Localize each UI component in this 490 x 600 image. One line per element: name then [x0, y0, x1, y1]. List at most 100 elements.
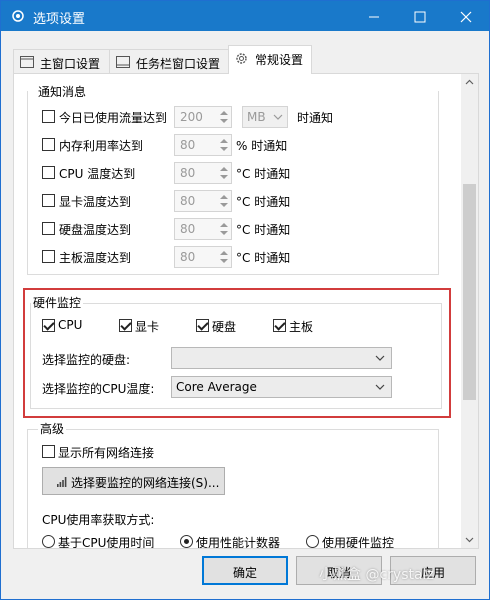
spin-buttons[interactable]: [217, 191, 231, 211]
gpu-temp-threshold-spinbox[interactable]: 80: [174, 190, 232, 212]
vertical-scrollbar[interactable]: [461, 74, 478, 548]
board-monitor-label: 主板: [289, 320, 314, 334]
cpu-time-radio-label: 基于CPU使用时间: [58, 536, 155, 549]
spin-down-icon[interactable]: [220, 147, 228, 151]
cpu-temp-select[interactable]: Core Average: [171, 376, 392, 398]
traffic-notify-suffix: 时通知: [297, 111, 334, 125]
spin-up-icon[interactable]: [220, 251, 228, 255]
notify-group-title: 通知消息: [36, 83, 89, 100]
tab-general[interactable]: 常规设置: [228, 45, 312, 74]
options-dialog: 选项设置 主窗口设置 任务栏窗口设置 常规设置 通知消息 今日已使用流量达到 2…: [0, 0, 490, 600]
cpu-temp-select-value: Core Average: [176, 380, 257, 394]
traffic-unit-select[interactable]: MB: [242, 106, 288, 128]
spin-down-icon[interactable]: [220, 175, 228, 179]
perf-counter-radio-label: 使用性能计数器: [196, 536, 281, 549]
cpu-temp-select-label: 选择监控的CPU温度:: [42, 382, 155, 396]
spin-value: 80: [180, 166, 196, 180]
watermark: 小黑盒 @crystalz: [319, 567, 434, 583]
tab-main-window[interactable]: 主窗口设置: [13, 49, 110, 73]
spin-buttons[interactable]: [217, 163, 231, 183]
scrollbar-thumb[interactable]: [463, 184, 476, 400]
hardware-monitor-radio[interactable]: [306, 535, 319, 548]
general-settings-panel: 通知消息 今日已使用流量达到 200 MB 时通知 内存利用率达到 80 % 时…: [13, 73, 479, 549]
gpu-monitor-label: 显卡: [135, 320, 160, 334]
chevron-down-icon: [273, 114, 283, 120]
disk-select[interactable]: [171, 347, 392, 369]
unit-value: MB: [247, 110, 266, 124]
spin-down-icon[interactable]: [220, 231, 228, 235]
cpu-temp-notify-checkbox[interactable]: [42, 166, 55, 179]
gpu-temp-notify-label: 显卡温度达到: [59, 195, 132, 209]
board-temp-notify-checkbox[interactable]: [42, 250, 55, 263]
maximize-button[interactable]: [397, 1, 443, 31]
disk-temp-notify-label: 硬盘温度达到: [59, 223, 132, 237]
traffic-notify-checkbox[interactable]: [42, 110, 55, 123]
spin-up-icon[interactable]: [220, 111, 228, 115]
disk-temp-threshold-spinbox[interactable]: 80: [174, 218, 232, 240]
select-connections-button[interactable]: 选择要监控的网络连接(S)...: [42, 467, 225, 495]
memory-threshold-spinbox[interactable]: 80: [174, 134, 232, 156]
spin-value: 80: [180, 250, 196, 264]
hardware-group-title: 硬件监控: [31, 294, 84, 311]
spin-buttons[interactable]: [217, 219, 231, 239]
spin-buttons[interactable]: [217, 247, 231, 267]
gpu-temp-notify-suffix: °C 时通知: [236, 195, 291, 209]
disk-monitor-checkbox[interactable]: [196, 319, 209, 332]
spin-up-icon[interactable]: [220, 195, 228, 199]
gear-icon: [236, 53, 247, 64]
spin-value: 80: [180, 194, 196, 208]
board-monitor-checkbox[interactable]: [273, 319, 286, 332]
board-temp-notify-suffix: °C 时通知: [236, 251, 291, 265]
chevron-down-icon: [375, 355, 385, 361]
spin-down-icon[interactable]: [220, 119, 228, 123]
spin-buttons[interactable]: [217, 107, 231, 127]
memory-notify-suffix: % 时通知: [236, 139, 288, 153]
spin-up-icon[interactable]: [220, 223, 228, 227]
advanced-group-title: 高级: [38, 420, 67, 437]
ok-button[interactable]: 确定: [202, 556, 288, 585]
show-all-connections-checkbox[interactable]: [42, 445, 55, 458]
cpu-time-radio[interactable]: [42, 535, 55, 548]
close-button[interactable]: [443, 1, 489, 31]
memory-notify-label: 内存利用率达到: [59, 139, 144, 153]
disk-temp-notify-suffix: °C 时通知: [236, 223, 291, 237]
gpu-monitor-checkbox[interactable]: [119, 319, 132, 332]
scroll-up-icon[interactable]: [465, 78, 474, 87]
traffic-threshold-spinbox[interactable]: 200: [174, 106, 232, 128]
disk-select-label: 选择监控的硬盘:: [42, 353, 131, 367]
spin-value: 200: [180, 110, 203, 124]
gear-icon: [12, 10, 24, 22]
chevron-down-icon: [375, 384, 385, 390]
cpu-temp-threshold-spinbox[interactable]: 80: [174, 162, 232, 184]
spin-down-icon[interactable]: [220, 259, 228, 263]
window-icon: [20, 56, 34, 68]
spin-value: 80: [180, 222, 196, 236]
spin-down-icon[interactable]: [220, 203, 228, 207]
spin-buttons[interactable]: [217, 135, 231, 155]
board-temp-notify-label: 主板温度达到: [59, 251, 132, 265]
perf-counter-radio[interactable]: [180, 535, 193, 548]
title-bar[interactable]: 选项设置: [1, 1, 489, 31]
memory-notify-checkbox[interactable]: [42, 138, 55, 151]
minimize-button[interactable]: [351, 1, 397, 31]
cpu-temp-notify-label: CPU 温度达到: [59, 167, 136, 181]
spin-up-icon[interactable]: [220, 167, 228, 171]
maximize-icon: [414, 11, 426, 23]
scroll-down-icon[interactable]: [465, 535, 474, 544]
cpu-monitor-checkbox[interactable]: [42, 319, 55, 332]
spin-up-icon[interactable]: [220, 139, 228, 143]
traffic-notify-label: 今日已使用流量达到: [59, 111, 168, 125]
spin-value: 80: [180, 138, 196, 152]
taskbar-icon: [116, 56, 130, 68]
cpu-usage-method-title: CPU使用率获取方式:: [42, 513, 155, 527]
minimize-icon: [369, 16, 379, 18]
disk-temp-notify-checkbox[interactable]: [42, 222, 55, 235]
board-temp-threshold-spinbox[interactable]: 80: [174, 246, 232, 268]
gpu-temp-notify-checkbox[interactable]: [42, 194, 55, 207]
tab-taskbar-window[interactable]: 任务栏窗口设置: [109, 49, 229, 73]
ok-label: 确定: [232, 566, 257, 580]
cpu-monitor-label: CPU: [58, 318, 83, 332]
tab-label: 主窗口设置: [40, 57, 101, 71]
cpu-temp-notify-suffix: °C 时通知: [236, 167, 291, 181]
close-icon: [460, 11, 472, 23]
